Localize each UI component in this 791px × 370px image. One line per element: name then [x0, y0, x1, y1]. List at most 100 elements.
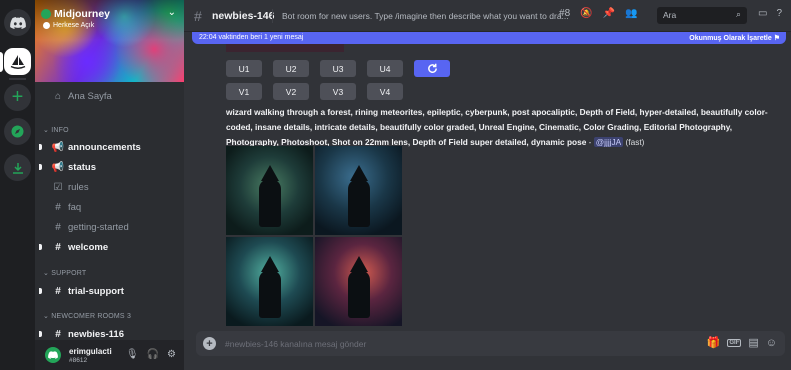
u3-button[interactable]: U3 [320, 60, 356, 77]
message-composer[interactable]: + #newbies-146 kanalına mesaj gönder 🎁 G… [196, 331, 785, 356]
megaphone-icon: 📢 [51, 161, 65, 173]
wizard-figure [258, 256, 281, 318]
v4-button[interactable]: V4 [367, 83, 403, 100]
channel-topic[interactable]: Bot room for new users. Type /imagine th… [282, 11, 569, 21]
download-apps-icon[interactable] [4, 154, 31, 181]
category-support[interactable]: ⌄ SUPPORT [43, 269, 86, 277]
image-tile-2 [315, 146, 402, 235]
channel-trial-support[interactable]: # trial-support [35, 282, 184, 300]
server-name[interactable]: Midjourney [54, 8, 110, 20]
discord-home-icon[interactable] [4, 9, 31, 36]
user-controls: 🎙 🎧 ⚙ [126, 349, 176, 360]
user-mention[interactable]: @jjjjJA [593, 137, 624, 147]
channel-title: newbies-146 [212, 10, 275, 22]
inbox-icon[interactable]: ▭ [758, 8, 767, 19]
hash-thread-icon: # [55, 328, 61, 340]
variation-button-row: V1 V2 V3 V4 [226, 83, 403, 100]
user-panel: erimgulacti #8612 🎙 🎧 ⚙ [35, 340, 184, 370]
channel-label: welcome [68, 241, 109, 253]
help-icon[interactable]: ? [776, 8, 782, 19]
category-label: NEWCOMER ROOMS 3 [51, 313, 132, 320]
reroll-button[interactable] [414, 60, 450, 77]
category-info[interactable]: ⌄ INFO [43, 126, 69, 134]
channel-label: getting-started [68, 221, 129, 233]
explore-servers-icon[interactable] [4, 118, 31, 145]
threads-icon[interactable]: #8 [559, 8, 570, 19]
hash-icon: # [194, 8, 202, 24]
rail-divider [9, 78, 26, 80]
hash-icon: # [55, 241, 61, 253]
add-server-icon[interactable]: + [4, 84, 31, 111]
prompt-text: wizard walking through a forest, rining … [226, 107, 768, 147]
checkbox-icon: ☑ [53, 181, 63, 193]
channel-label: trial-support [68, 285, 124, 297]
previous-image[interactable] [226, 44, 344, 52]
thread-count: 8 [564, 8, 571, 19]
gift-icon[interactable]: 🎁 [707, 336, 721, 349]
channel-label: status [68, 161, 96, 173]
channel-faq[interactable]: # faq [35, 198, 184, 216]
channel-label: announcements [68, 141, 141, 153]
composer-toolbar: 🎁 GIF ▤ ☺ [707, 336, 777, 350]
megaphone-icon: 📢 [51, 141, 65, 153]
v1-button[interactable]: V1 [226, 83, 262, 100]
v2-button[interactable]: V2 [273, 83, 309, 100]
channel-getting-started[interactable]: # getting-started [35, 218, 184, 236]
v3-button[interactable]: V3 [320, 83, 356, 100]
channel-label: newbies-116 [68, 328, 124, 340]
channel-announcements[interactable]: 📢 announcements [35, 138, 184, 156]
prompt-separator: - [586, 137, 594, 147]
upscale-button-row: U1 U2 U3 U4 [226, 60, 450, 77]
channel-label: rules [68, 181, 89, 193]
sidebar-item-label: Ana Sayfa [68, 90, 112, 102]
wizard-figure [347, 165, 370, 227]
member-list-icon[interactable]: 👥 [625, 8, 637, 19]
channel-header: # newbies-146 Bot room for new users. Ty… [184, 0, 791, 32]
category-label: SUPPORT [51, 270, 87, 277]
user-tag: #8612 [69, 357, 88, 364]
search-input[interactable]: Ara ⌕ [657, 7, 747, 24]
headphones-muted-icon[interactable]: 🎧 [147, 349, 159, 360]
chevron-down-icon[interactable]: ⌄ [168, 7, 176, 18]
category-newcomer[interactable]: ⌄ NEWCOMER ROOMS 3 [43, 312, 131, 320]
emoji-icon[interactable]: ☺ [766, 337, 777, 349]
image-grid[interactable] [226, 146, 402, 326]
header-divider [272, 9, 273, 23]
hash-icon: # [55, 221, 61, 233]
unread-indicator [39, 244, 42, 250]
notification-muted-icon[interactable]: 🔕 [580, 8, 592, 19]
pin-icon[interactable]: 📌 [603, 8, 615, 19]
composer-placeholder: #newbies-146 kanalına mesaj gönder [225, 339, 367, 349]
channel-welcome[interactable]: # welcome [35, 238, 184, 256]
midjourney-server-icon[interactable] [4, 48, 31, 75]
globe-icon [43, 22, 50, 29]
image-tile-1 [226, 146, 313, 235]
server-visibility-label: Herkese Açık [53, 22, 95, 29]
gear-icon[interactable]: ⚙ [167, 349, 176, 360]
header-toolbar: #8 🔕 📌 👥 [559, 8, 637, 19]
channel-sidebar: Midjourney ⌄ Herkese Açık ⌂ Ana Sayfa ⌄ … [35, 0, 184, 370]
sidebar-item-home[interactable]: ⌂ Ana Sayfa [35, 87, 184, 105]
avatar[interactable] [45, 347, 61, 363]
image-tile-3 [226, 237, 313, 326]
image-tile-4 [315, 237, 402, 326]
gif-icon[interactable]: GIF [727, 338, 742, 347]
refresh-icon [427, 63, 437, 73]
search-placeholder: Ara [663, 10, 677, 20]
unread-indicator [39, 331, 42, 337]
channel-label: faq [68, 201, 82, 213]
u4-button[interactable]: U4 [367, 60, 403, 77]
message-content: wizard walking through a forest, rining … [226, 105, 774, 150]
u2-button[interactable]: U2 [273, 60, 309, 77]
new-messages-bar[interactable]: 22:04 vaktinden beri 1 yeni mesaj Okunmu… [192, 32, 786, 44]
wizard-figure [258, 165, 281, 227]
mark-as-read-button[interactable]: Okunmuş Olarak İşaretle ⚑ [689, 34, 780, 42]
add-attachment-icon[interactable]: + [203, 337, 216, 350]
header-right-icons: ▭ ? [758, 8, 782, 19]
sticker-icon[interactable]: ▤ [748, 336, 758, 349]
search-icon: ⌕ [735, 9, 741, 19]
u1-button[interactable]: U1 [226, 60, 262, 77]
channel-status[interactable]: 📢 status [35, 158, 184, 176]
microphone-muted-icon[interactable]: 🎙 [126, 349, 139, 360]
channel-rules[interactable]: ☑ rules [35, 178, 184, 196]
